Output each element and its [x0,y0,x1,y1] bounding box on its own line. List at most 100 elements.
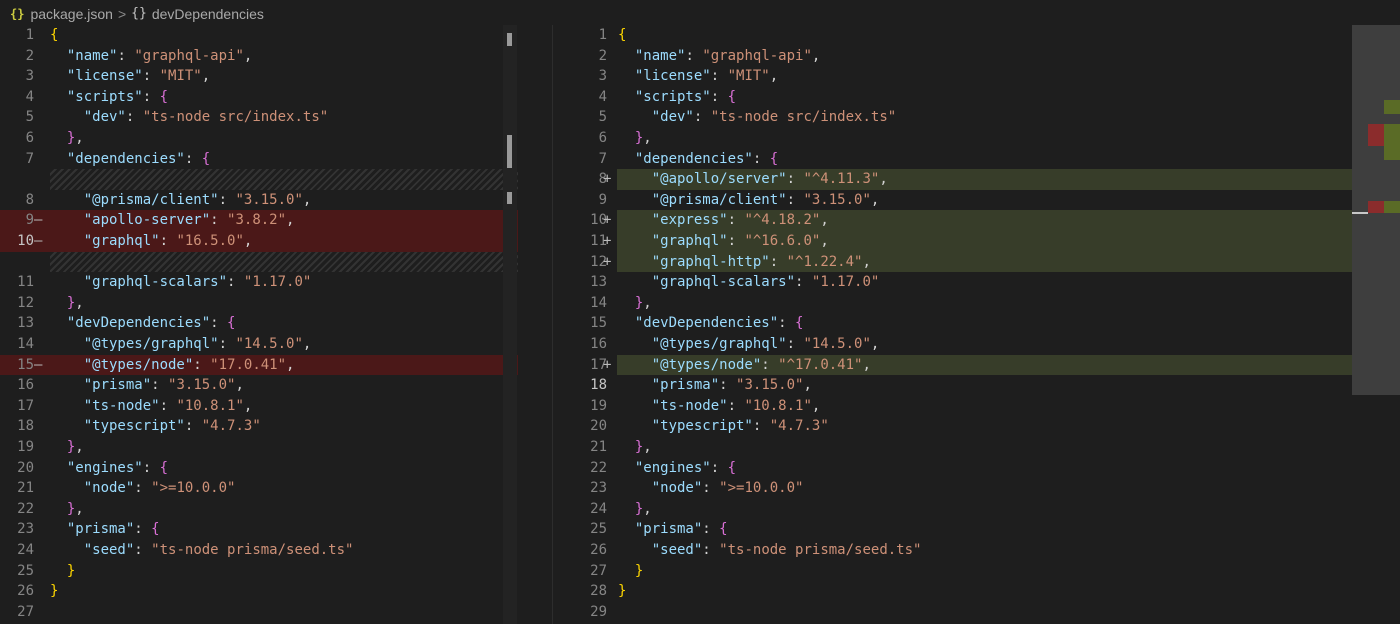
breadcrumb-file[interactable]: package.json [30,6,113,22]
line-code: "@prisma/client": "3.15.0", [83,191,312,208]
line-code: "seed": "ts-node prisma/seed.ts" [83,542,354,558]
scrollbar-thumb[interactable] [507,135,512,168]
added-marker-icon: + [603,171,612,188]
line-code: } [618,583,627,600]
line-number: 27 [17,603,34,620]
line-code: { [618,27,627,43]
line-code: "node": ">=10.0.0" [651,480,804,497]
code-line[interactable]: 3 "license": "MIT", [0,66,518,87]
code-line[interactable]: 7 "dependencies": { [0,149,518,170]
code-line[interactable]: 18 "typescript": "4.7.3" [0,416,518,437]
line-number: 3 [598,68,607,85]
code-line[interactable]: 15 "devDependencies": { [555,313,1368,334]
code-line[interactable]: 22 "engines": { [555,458,1368,479]
diff-splitter[interactable] [552,25,553,624]
code-line[interactable]: 20 "engines": { [0,458,518,479]
code-line[interactable]: 25 "prisma": { [555,519,1368,540]
line-code: "license": "MIT", [66,68,211,85]
code-line[interactable]: 21 "node": ">=10.0.0" [0,478,518,499]
line-code: "@prisma/client": "3.15.0", [651,191,880,208]
line-code: "graphql-scalars": "1.17.0" [83,274,312,291]
deleted-line[interactable]: 10— "graphql": "16.5.0", [0,231,518,252]
line-number: 17 [590,356,607,373]
diff-spacer[interactable] [0,251,518,273]
diff-overview-ruler[interactable] [1352,25,1400,395]
code-line[interactable]: 23 "prisma": { [0,519,518,540]
code-line[interactable]: 16 "prisma": "3.15.0", [0,375,518,396]
diff-spacer[interactable] [0,169,518,190]
line-number: 11 [590,233,607,249]
code-line[interactable]: 7 "dependencies": { [555,149,1368,170]
json-file-icon: {} [10,6,25,21]
code-line[interactable]: 2 "name": "graphql-api", [555,46,1368,67]
code-line[interactable]: 12 }, [0,293,518,314]
code-line[interactable]: 27 [0,602,518,623]
modified-editor[interactable]: 1{2 "name": "graphql-api", 3 "license": "… [555,25,1368,624]
code-line[interactable]: 4 "scripts": { [0,87,518,108]
code-line[interactable]: 6 }, [0,128,518,149]
code-line[interactable]: 25 } [0,561,518,582]
overview-added-marker [1384,201,1400,213]
line-code: "scripts": { [634,88,737,105]
code-line[interactable]: 6 }, [555,128,1368,149]
added-line[interactable]: 17 + "@types/node": "^17.0.41", [555,354,1368,376]
code-line[interactable]: 14 }, [555,293,1368,314]
line-code: "express": "^4.18.2", [651,212,829,229]
code-line[interactable]: 26 "seed": "ts-node prisma/seed.ts" [555,540,1368,561]
line-number: 2 [25,47,34,64]
code-line[interactable]: 13 "devDependencies": { [0,313,518,334]
code-line[interactable]: 14 "@types/graphql": "14.5.0", [0,334,518,355]
added-line[interactable]: 10 + "express": "^4.18.2", [555,210,1368,231]
code-line[interactable]: 28} [555,581,1368,602]
code-line[interactable]: 5 "dev": "ts-node src/index.ts" [0,107,518,128]
deleted-line[interactable]: 15— "@types/node": "17.0.41", [0,354,518,376]
code-line[interactable]: 17 "ts-node": "10.8.1", [0,396,518,417]
code-line[interactable]: 2 "name": "graphql-api", [0,46,518,67]
code-line[interactable]: 20 "typescript": "4.7.3" [555,416,1368,437]
added-line[interactable]: 8 + "@apollo/server": "^4.11.3", [555,169,1368,190]
breadcrumb-separator: > [117,5,127,22]
code-line[interactable]: 16 "@types/graphql": "14.5.0", [555,334,1368,355]
added-line[interactable]: 11 + "graphql": "^16.6.0", [555,231,1368,252]
breadcrumb-symbol[interactable]: devDependencies [152,6,264,22]
line-number: 15 [17,356,34,373]
added-marker-icon: + [603,356,612,373]
code-line[interactable]: 5 "dev": "ts-node src/index.ts" [555,107,1368,128]
deleted-line[interactable]: 9— "apollo-server": "3.8.2", [0,210,518,231]
original-editor[interactable]: 1{2 "name": "graphql-api", 3 "license": "… [0,25,518,624]
line-code: "prisma": "3.15.0", [83,377,244,394]
added-line[interactable]: 12 + "graphql-http": "^1.22.4", [555,251,1368,273]
code-line[interactable]: 18 "prisma": "3.15.0", [555,375,1368,396]
code-line[interactable]: 23 "node": ">=10.0.0" [555,478,1368,499]
code-line[interactable]: 26} [0,581,518,602]
code-line[interactable]: 3 "license": "MIT", [555,66,1368,87]
code-line[interactable]: 13 "graphql-scalars": "1.17.0" [555,272,1368,293]
line-number: 11 [17,274,34,291]
code-line[interactable]: 22 }, [0,499,518,520]
line-code: }, [634,439,652,455]
code-line[interactable]: 24 }, [555,499,1368,520]
code-line[interactable]: 29 [555,602,1368,623]
original-scrollbar[interactable] [503,25,517,624]
code-line[interactable]: 21 }, [555,437,1368,458]
line-number: 9 [598,191,607,208]
line-code: }, [634,500,652,517]
code-line[interactable]: 1{ [555,25,1368,46]
code-line[interactable]: 27 } [555,561,1368,582]
code-line[interactable]: 8 "@prisma/client": "3.15.0", [0,190,518,211]
code-line[interactable]: 11 "graphql-scalars": "1.17.0" [0,272,518,293]
line-code: }, [66,439,84,455]
code-line[interactable]: 19 "ts-node": "10.8.1", [555,396,1368,417]
line-code: }, [66,130,84,146]
line-code: "apollo-server": "3.8.2", [83,212,295,229]
code-line[interactable]: 9 "@prisma/client": "3.15.0", [555,190,1368,211]
line-code: { [50,27,59,43]
line-code: "dev": "ts-node src/index.ts" [83,109,329,126]
overview-deleted-marker [1368,201,1384,213]
code-line[interactable]: 19 }, [0,437,518,458]
code-line[interactable]: 4 "scripts": { [555,87,1368,108]
line-number: 25 [590,521,607,538]
line-number: 7 [25,150,34,167]
code-line[interactable]: 24 "seed": "ts-node prisma/seed.ts" [0,540,518,561]
code-line[interactable]: 1{ [0,25,518,46]
